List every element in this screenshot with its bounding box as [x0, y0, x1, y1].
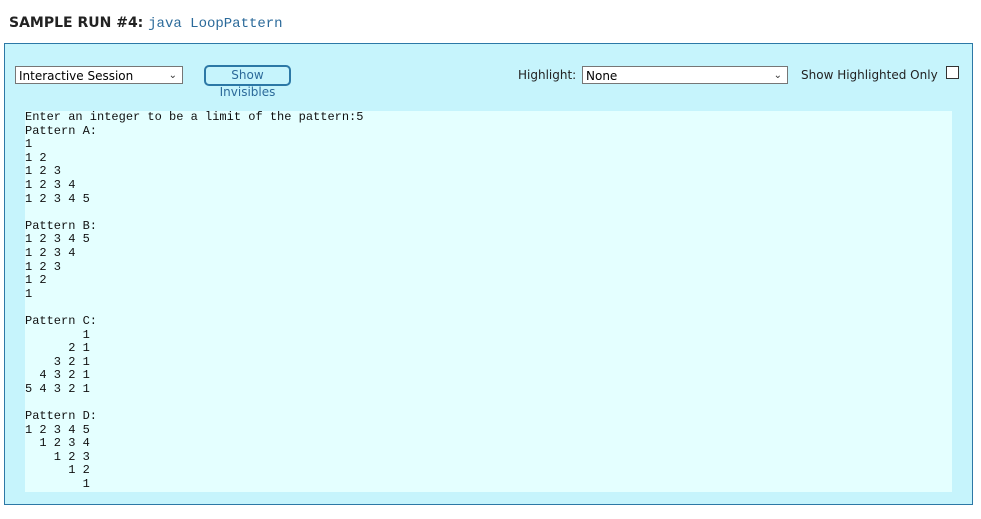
show-highlighted-only-label: Show Highlighted Only: [801, 68, 938, 82]
command-text: java LoopPattern: [148, 16, 283, 32]
highlight-label: Highlight:: [518, 68, 577, 82]
session-select[interactable]: Interactive Session ⌄: [15, 66, 183, 84]
sample-run-label: SAMPLE RUN #4:: [9, 15, 144, 31]
program-output: Enter an integer to be a limit of the pa…: [25, 110, 952, 492]
show-highlighted-only-checkbox[interactable]: [946, 66, 959, 79]
show-invisibles-button[interactable]: Show Invisibles: [204, 65, 291, 99]
highlight-select-value: None: [586, 69, 618, 83]
session-select-value: Interactive Session: [19, 69, 134, 83]
highlight-select[interactable]: None ⌄: [582, 66, 788, 84]
chevron-down-icon: ⌄: [168, 70, 177, 81]
session-panel: Interactive Session ⌄ Show Invisibles Hi…: [4, 43, 973, 505]
chevron-down-icon: ⌄: [773, 70, 782, 81]
sample-run-title: SAMPLE RUN #4: java LoopPattern: [9, 15, 283, 32]
